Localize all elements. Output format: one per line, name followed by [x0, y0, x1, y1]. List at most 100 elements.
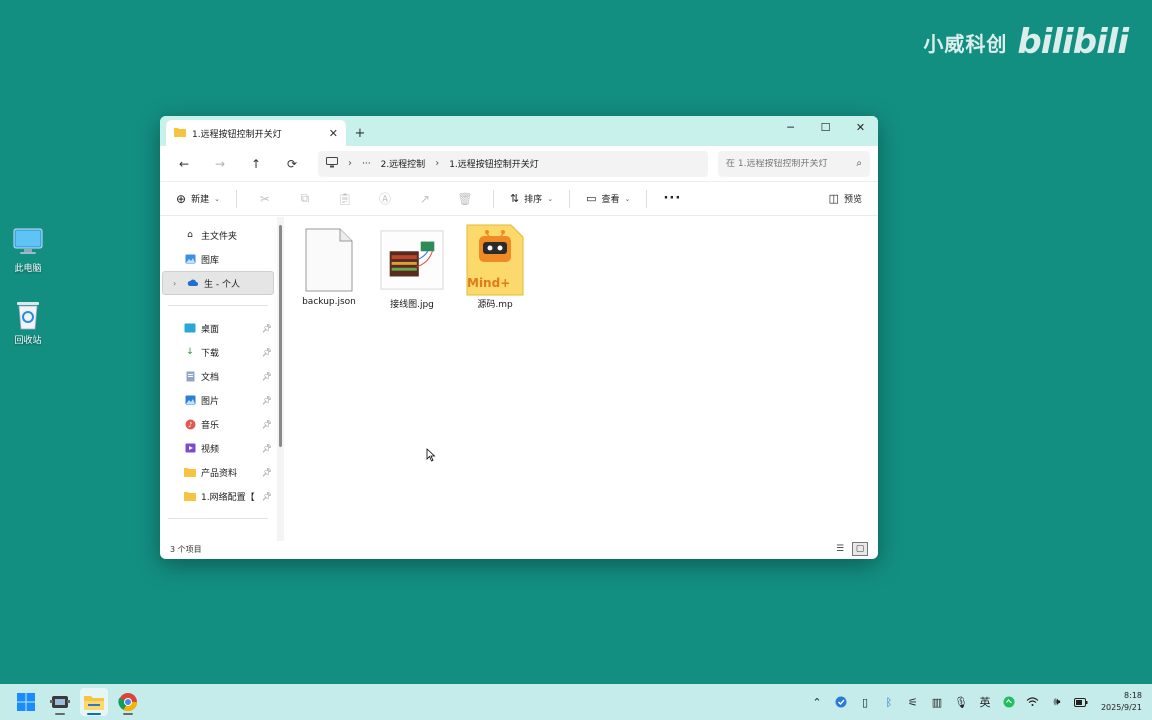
battery-icon[interactable]: [1069, 688, 1093, 716]
nav-item-music[interactable]: ♪ 音乐 📌︎: [160, 412, 276, 436]
audio-mixer-icon[interactable]: ▥: [925, 688, 949, 716]
json-file-icon: [297, 225, 361, 295]
preview-label: 预览: [843, 195, 862, 205]
sort-button[interactable]: ⇅ 排序 ⌄: [504, 186, 559, 212]
folder-icon: [174, 127, 186, 140]
nav-item-label: 音乐: [201, 420, 220, 431]
bluetooth-icon[interactable]: ᛒ: [877, 688, 901, 716]
nav-item-downloads[interactable]: ↓ 下载 📌︎: [160, 340, 276, 364]
view-button[interactable]: ▭ 查看 ⌄: [580, 186, 636, 212]
tab-close-icon[interactable]: ✕: [329, 127, 338, 140]
breadcrumb-separator: ›: [348, 158, 352, 169]
close-button[interactable]: ✕: [843, 116, 878, 138]
minimize-button[interactable]: ─: [773, 116, 808, 138]
nav-item-network-config[interactable]: 1.网络配置【 📌︎: [160, 484, 276, 508]
microphone-icon[interactable]: 🎙︎: [949, 688, 973, 716]
file-item-jpg[interactable]: 接线图.jpg: [375, 225, 449, 310]
input-method-indicator[interactable]: 英: [973, 688, 997, 716]
large-icons-view-icon[interactable]: ▢: [852, 542, 868, 556]
search-input[interactable]: [726, 158, 857, 169]
nav-item-gallery[interactable]: 图库: [160, 247, 276, 271]
image-file-icon: [380, 225, 444, 295]
window-controls: ─ ☐ ✕: [773, 116, 878, 138]
nav-item-label: 图库: [201, 255, 220, 266]
defender-icon[interactable]: [829, 688, 853, 716]
desktop-icon-recycle-bin[interactable]: 回收站: [8, 298, 48, 346]
green-app-icon[interactable]: [997, 688, 1021, 716]
preview-pane-button[interactable]: ◫ 预览: [823, 186, 868, 212]
nav-item-pictures[interactable]: 图片 📌︎: [160, 388, 276, 412]
volume-icon[interactable]: 🕪︎: [1045, 688, 1069, 716]
desktop-icon-label: 回收站: [14, 336, 42, 346]
delete-icon[interactable]: 🗑︎: [447, 186, 483, 212]
computer-icon[interactable]: [326, 156, 338, 171]
taskbar-app-file-explorer[interactable]: [80, 688, 108, 716]
taskbar: ⌃ ▯ ᛒ ⚟ ▥ 🎙︎ 英 🕪︎ 8:18 2025/9/21: [0, 684, 1152, 720]
nav-item-onedrive[interactable]: › 生 - 个人: [162, 271, 274, 295]
usb-drive-icon[interactable]: ▯: [853, 688, 877, 716]
toolbar-divider: [569, 189, 571, 208]
nav-item-label: 生 - 个人: [204, 279, 240, 290]
nav-item-videos[interactable]: 视频 📌︎: [160, 436, 276, 460]
breadcrumb-separator: ›: [435, 158, 440, 169]
file-item-json[interactable]: backup.json: [292, 225, 366, 307]
new-tab-button[interactable]: +: [346, 120, 374, 146]
nav-item-documents[interactable]: 文档 📌︎: [160, 364, 276, 388]
pin-icon: 📌︎: [261, 419, 272, 429]
pin-icon: 📌︎: [261, 323, 272, 333]
chevron-down-icon: ⌄: [624, 194, 631, 203]
breadcrumb-more[interactable]: ···: [362, 159, 371, 169]
pin-icon: 📌︎: [261, 491, 272, 501]
nav-item-label: 1.网络配置【: [201, 492, 255, 503]
nav-item-label: 下载: [201, 348, 220, 359]
search-icon[interactable]: ⌕: [856, 158, 862, 169]
breadcrumb[interactable]: › ··· 2.远程控制 › 1.远程按钮控制开关灯: [318, 150, 708, 177]
file-list: [276, 217, 878, 541]
show-hidden-icons-icon[interactable]: ⌃: [805, 688, 829, 716]
view-toggle: ☰ ▢: [832, 542, 868, 556]
sort-icon: ⇅: [509, 192, 520, 205]
paste-icon[interactable]: 📋︎: [327, 186, 363, 212]
share-icon[interactable]: ↗: [407, 186, 443, 212]
folder-icon: [184, 466, 196, 478]
nav-item-label: 主文件夹: [201, 231, 238, 242]
nav-item-product-docs[interactable]: 产品资料 📌︎: [160, 460, 276, 484]
download-icon: ↓: [186, 347, 194, 357]
start-button[interactable]: [12, 688, 40, 716]
cut-icon[interactable]: ✂: [247, 186, 283, 212]
chevron-down-icon: ⌄: [214, 194, 220, 203]
item-count: 3 个项目: [170, 544, 202, 554]
video-icon: [184, 442, 196, 454]
forward-button[interactable]: →: [204, 150, 236, 178]
back-button[interactable]: ←: [168, 150, 200, 178]
new-button[interactable]: ⊕ 新建 ⌄: [170, 186, 226, 212]
breadcrumb-item[interactable]: 1.远程按钮控制开关灯: [449, 157, 539, 170]
desktop-icon-label: 此电脑: [14, 264, 42, 274]
file-item-mp[interactable]: Mind+ 源码.mp: [458, 224, 532, 310]
chevron-down-icon: ⌄: [547, 194, 554, 203]
more-options-button[interactable]: ···: [657, 186, 687, 212]
details-view-icon[interactable]: ☰: [832, 542, 848, 556]
tab-title: 1.远程按钮控制开关灯: [192, 129, 282, 140]
tab-current-folder[interactable]: 1.远程按钮控制开关灯 ✕: [166, 120, 346, 146]
desktop-icon-this-pc[interactable]: 此电脑: [8, 226, 48, 274]
chevron-right-icon[interactable]: ›: [173, 279, 176, 288]
rename-icon[interactable]: Ⓐ: [367, 186, 403, 212]
search-box[interactable]: ⌕: [718, 150, 870, 177]
nav-item-home[interactable]: ⌂ 主文件夹: [160, 223, 276, 247]
settings-sliders-icon[interactable]: ⚟: [901, 688, 925, 716]
file-name: 接线图.jpg: [390, 300, 434, 310]
refresh-button[interactable]: ⟳: [276, 150, 308, 178]
copy-icon[interactable]: ⧉: [287, 186, 323, 212]
maximize-button[interactable]: ☐: [808, 116, 843, 138]
taskbar-app-tool[interactable]: [46, 688, 74, 716]
taskbar-app-chrome[interactable]: [114, 688, 142, 716]
up-button[interactable]: ↑: [240, 150, 272, 178]
pin-icon: 📌︎: [261, 467, 272, 477]
file-explorer-window: 1.远程按钮控制开关灯 ✕ + ─ ☐ ✕ ← → ↑ ⟳ › ··· 2.远程…: [160, 116, 878, 559]
breadcrumb-item[interactable]: 2.远程控制: [381, 157, 426, 170]
clock-time: 8:18: [1124, 691, 1142, 700]
system-clock[interactable]: 8:18 2025/9/21: [1101, 690, 1142, 714]
wifi-icon[interactable]: [1021, 688, 1045, 716]
nav-item-desktop[interactable]: 桌面 📌︎: [160, 316, 276, 340]
